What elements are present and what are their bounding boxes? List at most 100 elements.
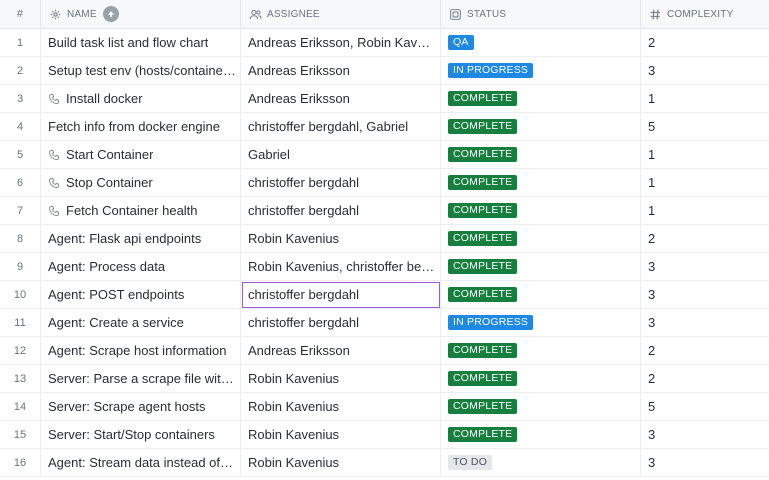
assignee-cell[interactable]: Robin Kavenius: [241, 420, 441, 449]
status-cell[interactable]: COMPLETE: [441, 364, 641, 393]
assignee-cell[interactable]: christoffer bergdahl: [241, 196, 441, 225]
complexity-cell[interactable]: 3: [641, 449, 769, 477]
task-name-cell[interactable]: Fetch info from docker engine: [41, 112, 241, 141]
task-name-cell[interactable]: Stop Container: [41, 168, 241, 197]
complexity-cell[interactable]: 2: [641, 337, 769, 365]
table-row[interactable]: 12 Agent: Scrape host information Andreas …: [0, 336, 769, 365]
complexity-cell[interactable]: 3: [641, 253, 769, 281]
assignee-cell[interactable]: Andreas Eriksson: [241, 56, 441, 85]
table-row[interactable]: 2 Setup test env (hosts/containers) Andrea…: [0, 56, 769, 85]
status-badge[interactable]: IN PROGRESS: [448, 63, 534, 78]
status-cell[interactable]: COMPLETE: [441, 392, 641, 421]
task-name-cell[interactable]: Server: Parse a scrape file with data: [41, 364, 241, 393]
status-cell[interactable]: COMPLETE: [441, 224, 641, 253]
table-row[interactable]: 13 Server: Parse a scrape file with data R…: [0, 364, 769, 393]
sort-arrow-icon[interactable]: [102, 6, 119, 22]
table-row[interactable]: 6 Stop Container christoffer bergdahl COMPL…: [0, 168, 769, 197]
assignee-cell[interactable]: christoffer bergdahl: [241, 280, 441, 309]
assignee-cell[interactable]: christoffer bergdahl, Gabriel: [241, 112, 441, 141]
task-name-cell[interactable]: Agent: Process data: [41, 252, 241, 281]
table-row[interactable]: 9 Agent: Process data Robin Kavenius, chri…: [0, 252, 769, 281]
assignee-cell[interactable]: Robin Kavenius: [241, 392, 441, 421]
complexity-cell[interactable]: 3: [641, 281, 769, 309]
status-badge[interactable]: COMPLETE: [448, 203, 518, 218]
status-badge[interactable]: COMPLETE: [448, 175, 518, 190]
table-row[interactable]: 11 Agent: Create a service christoffer ber…: [0, 308, 769, 337]
task-name-cell[interactable]: Agent: Create a service: [41, 308, 241, 337]
status-badge[interactable]: COMPLETE: [448, 259, 518, 274]
status-badge[interactable]: QA: [448, 35, 474, 50]
complexity-cell[interactable]: 1: [641, 141, 769, 169]
complexity-cell[interactable]: 1: [641, 85, 769, 113]
task-name-cell[interactable]: Agent: Stream data instead of polling: [41, 448, 241, 477]
status-cell[interactable]: IN PROGRESS: [441, 308, 641, 337]
table-row[interactable]: 10 Agent: POST endpoints christoffer bergd…: [0, 280, 769, 309]
table-row[interactable]: 4 Fetch info from docker engine christoffe…: [0, 112, 769, 141]
task-name-cell[interactable]: Server: Scrape agent hosts: [41, 392, 241, 421]
status-badge[interactable]: COMPLETE: [448, 147, 518, 162]
task-name-cell[interactable]: Agent: Flask api endpoints: [41, 224, 241, 253]
status-cell[interactable]: COMPLETE: [441, 280, 641, 309]
assignee-cell[interactable]: Robin Kavenius: [241, 448, 441, 477]
complexity-cell[interactable]: 1: [641, 197, 769, 225]
column-header-status[interactable]: STATUS: [441, 0, 641, 28]
status-badge[interactable]: COMPLETE: [448, 91, 518, 106]
assignee-cell[interactable]: Robin Kavenius: [241, 224, 441, 253]
status-badge[interactable]: IN PROGRESS: [448, 315, 534, 330]
table-row[interactable]: 16 Agent: Stream data instead of polling R…: [0, 448, 769, 477]
complexity-cell[interactable]: 2: [641, 225, 769, 253]
status-badge[interactable]: COMPLETE: [448, 287, 518, 302]
table-row[interactable]: 7 Fetch Container health christoffer bergd…: [0, 196, 769, 225]
status-cell[interactable]: IN PROGRESS: [441, 56, 641, 85]
status-cell[interactable]: COMPLETE: [441, 252, 641, 281]
status-cell[interactable]: COMPLETE: [441, 420, 641, 449]
assignee-cell[interactable]: Robin Kavenius, christoffer bergdahl: [241, 252, 441, 281]
task-name-cell[interactable]: Server: Start/Stop containers: [41, 420, 241, 449]
status-badge[interactable]: TO DO: [448, 455, 493, 470]
status-cell[interactable]: COMPLETE: [441, 112, 641, 141]
complexity-cell[interactable]: 2: [641, 365, 769, 393]
status-badge[interactable]: COMPLETE: [448, 399, 518, 414]
status-badge[interactable]: COMPLETE: [448, 119, 518, 134]
status-badge[interactable]: COMPLETE: [448, 427, 518, 442]
status-cell[interactable]: COMPLETE: [441, 84, 641, 113]
column-header-complexity[interactable]: COMPLEXITY: [641, 0, 769, 28]
complexity-cell[interactable]: 5: [641, 113, 769, 141]
status-cell[interactable]: TO DO: [441, 448, 641, 477]
table-row[interactable]: 14 Server: Scrape agent hosts Robin Kaveni…: [0, 392, 769, 421]
table-row[interactable]: 5 Start Container Gabriel COMPLETE 1: [0, 140, 769, 169]
assignee-cell[interactable]: christoffer bergdahl: [241, 168, 441, 197]
status-cell[interactable]: COMPLETE: [441, 196, 641, 225]
task-name-cell[interactable]: Setup test env (hosts/containers): [41, 56, 241, 85]
complexity-cell[interactable]: 5: [641, 393, 769, 421]
table-row[interactable]: 1 Build task list and flow chart Andreas E…: [0, 28, 769, 57]
assignee-cell[interactable]: Andreas Eriksson: [241, 336, 441, 365]
status-badge[interactable]: COMPLETE: [448, 343, 518, 358]
complexity-cell[interactable]: 2: [641, 29, 769, 57]
task-name-cell[interactable]: Build task list and flow chart: [41, 28, 241, 57]
table-row[interactable]: 8 Agent: Flask api endpoints Robin Kaveniu…: [0, 224, 769, 253]
task-name-cell[interactable]: Agent: POST endpoints: [41, 280, 241, 309]
task-name-cell[interactable]: Start Container: [41, 140, 241, 169]
table-row[interactable]: 3 Install docker Andreas Eriksson COMPLETE 1: [0, 84, 769, 113]
status-cell[interactable]: COMPLETE: [441, 336, 641, 365]
assignee-cell[interactable]: christoffer bergdahl: [241, 308, 441, 337]
table-row[interactable]: 15 Server: Start/Stop containers Robin Kav…: [0, 420, 769, 449]
status-cell[interactable]: COMPLETE: [441, 140, 641, 169]
complexity-cell[interactable]: 1: [641, 169, 769, 197]
complexity-cell[interactable]: 3: [641, 57, 769, 85]
assignee-cell[interactable]: Andreas Eriksson, Robin Kavenius: [241, 28, 441, 57]
assignee-cell[interactable]: Gabriel: [241, 140, 441, 169]
task-name-cell[interactable]: Install docker: [41, 84, 241, 113]
status-cell[interactable]: QA: [441, 28, 641, 57]
status-badge[interactable]: COMPLETE: [448, 231, 518, 246]
task-name-cell[interactable]: Fetch Container health: [41, 196, 241, 225]
complexity-cell[interactable]: 3: [641, 421, 769, 449]
task-name-cell[interactable]: Agent: Scrape host information: [41, 336, 241, 365]
status-badge[interactable]: COMPLETE: [448, 371, 518, 386]
complexity-cell[interactable]: 3: [641, 309, 769, 337]
assignee-cell[interactable]: Robin Kavenius: [241, 364, 441, 393]
assignee-cell[interactable]: Andreas Eriksson: [241, 84, 441, 113]
column-header-name[interactable]: NAME: [41, 0, 241, 28]
status-cell[interactable]: COMPLETE: [441, 168, 641, 197]
